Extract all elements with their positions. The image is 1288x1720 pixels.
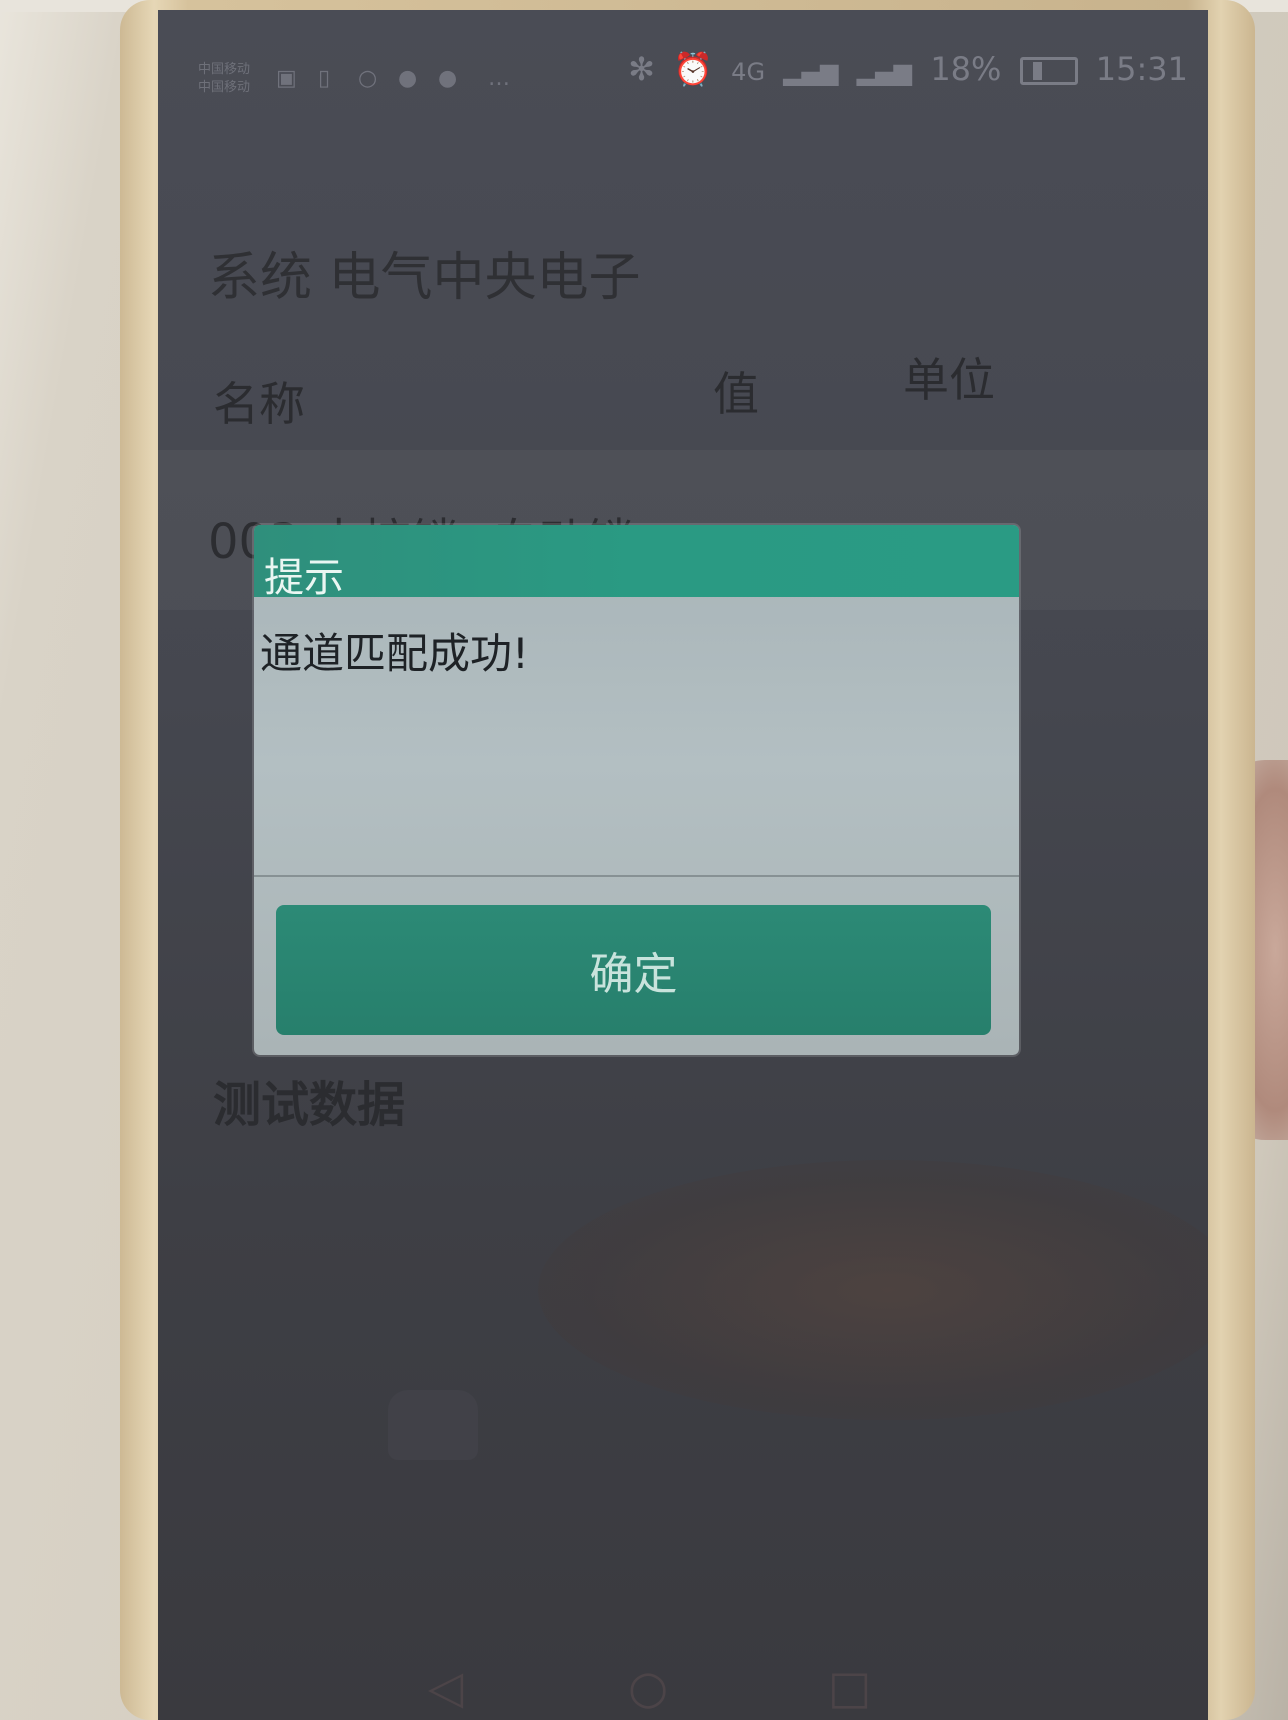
more-icon: … bbox=[488, 66, 510, 91]
wechat-icon-2: ● bbox=[438, 66, 458, 91]
battery-icon bbox=[1019, 57, 1078, 85]
header-name: 名称 bbox=[213, 377, 305, 431]
dialog-titlebar: 提示 bbox=[254, 525, 1019, 601]
system-subtitle: 系统 电气中央电子 bbox=[208, 248, 641, 308]
photo-background: 中国移动 中国移动 ▣ ▯ ○ ● ● … ✻ ⏰ 4G ▂▄▆ ▂▄▆ 18%… bbox=[0, 0, 1288, 1720]
phone-screen: 中国移动 中国移动 ▣ ▯ ○ ● ● … ✻ ⏰ 4G ▂▄▆ ▂▄▆ 18%… bbox=[158, 10, 1208, 1720]
header-unit: 单位 bbox=[903, 353, 995, 407]
clock: 15:31 bbox=[1095, 50, 1188, 88]
bluetooth-icon: ✻ bbox=[628, 50, 655, 88]
network-type: 4G bbox=[731, 58, 766, 86]
carrier-label: 中国移动 bbox=[198, 62, 251, 77]
dialog-message: 通道匹配成功! bbox=[260, 629, 529, 678]
carrier-label-2: 中国移动 bbox=[198, 80, 251, 95]
home-icon[interactable]: ○ bbox=[628, 1660, 668, 1714]
back-icon[interactable]: ◁ bbox=[428, 1660, 463, 1714]
dialog-divider bbox=[254, 875, 1019, 877]
sim-icon: ▯ bbox=[318, 66, 331, 91]
dialog-title: 提示 bbox=[264, 555, 344, 601]
alert-dialog: 提示 通道匹配成功! 确定 bbox=[254, 525, 1019, 1055]
list-header: 名称 值 单位 bbox=[158, 350, 1208, 431]
confirm-button[interactable]: 确定 bbox=[276, 905, 991, 1035]
test-data-label[interactable]: 测试数据 bbox=[213, 1065, 405, 1135]
battery-percent: 18% bbox=[930, 50, 1002, 88]
reflection-blob bbox=[388, 1390, 478, 1460]
notification-icon: ▣ bbox=[276, 66, 297, 91]
recent-apps-icon[interactable]: □ bbox=[828, 1660, 871, 1714]
signal-icon: ▂▄▆ bbox=[783, 58, 839, 86]
screen-reflection bbox=[538, 1160, 1208, 1420]
wechat-icon: ● bbox=[398, 66, 418, 91]
message-icon: ○ bbox=[358, 66, 378, 91]
signal-icon-2: ▂▄▆ bbox=[856, 58, 913, 86]
status-bar: 中国移动 中国移动 ▣ ▯ ○ ● ● … ✻ ⏰ 4G ▂▄▆ ▂▄▆ 18%… bbox=[158, 10, 1208, 102]
header-value: 值 bbox=[713, 367, 759, 421]
status-right-group: ✻ ⏰ 4G ▂▄▆ ▂▄▆ 18% 15:31 bbox=[620, 50, 1188, 88]
alarm-icon: ⏰ bbox=[673, 50, 713, 88]
navigation-bar: ◁ ○ □ bbox=[158, 1650, 1208, 1720]
